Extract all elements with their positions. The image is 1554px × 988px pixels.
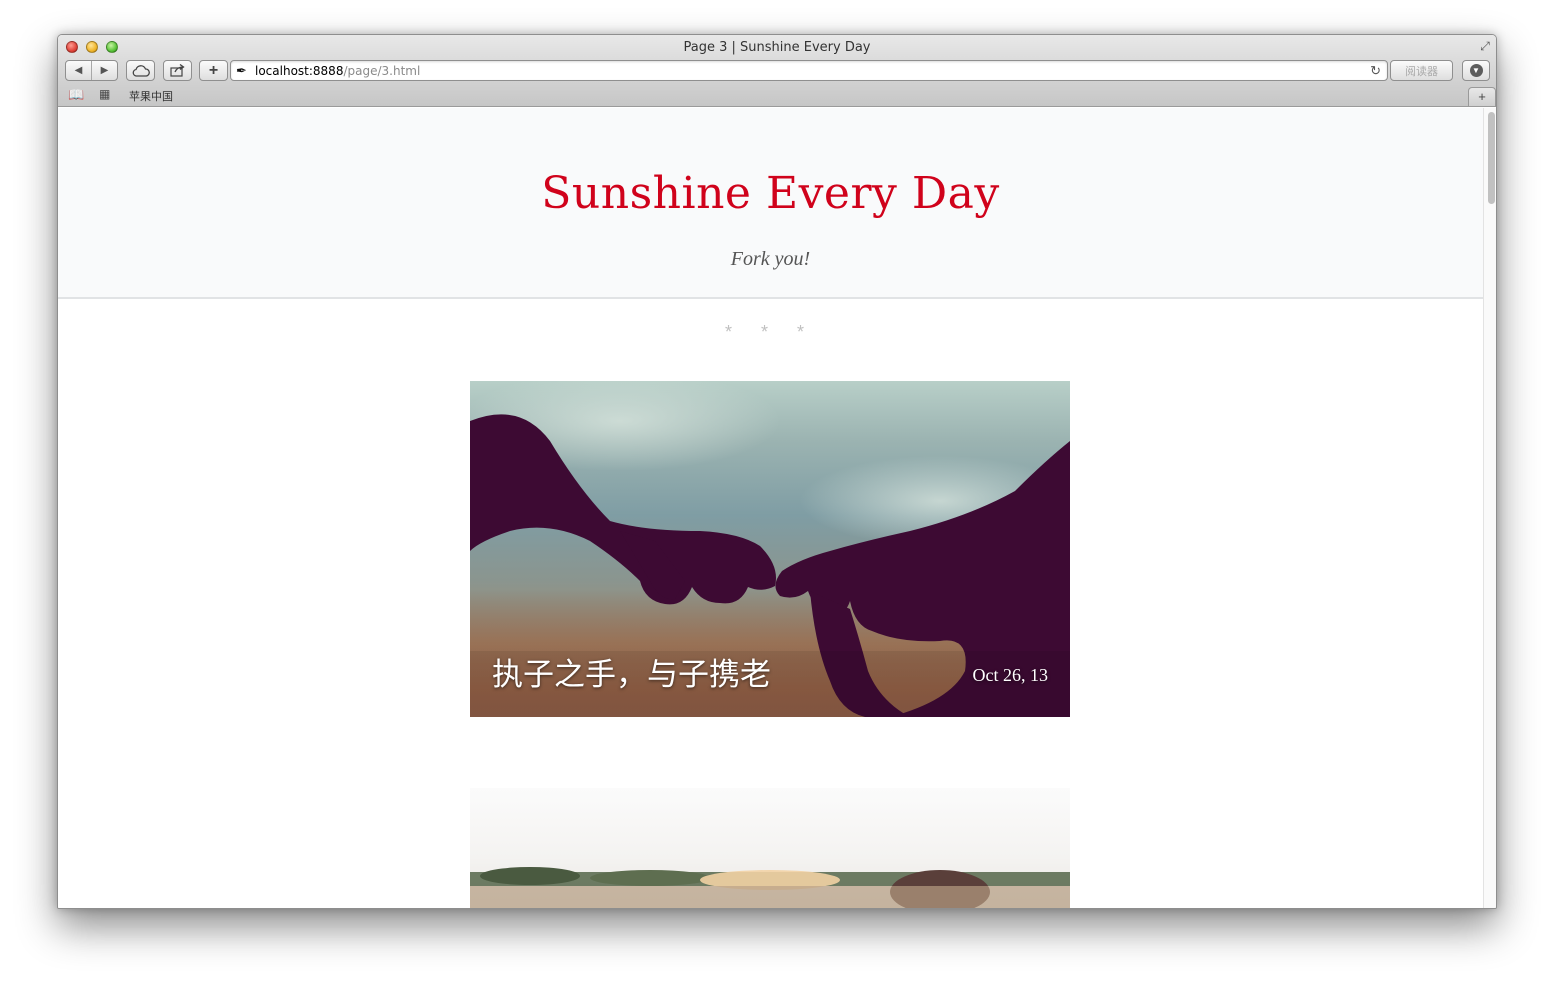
- address-bar[interactable]: ✒ localhost:8888/page/3.html ↻: [230, 60, 1388, 81]
- cloud-icon: [132, 64, 150, 77]
- new-tab-button[interactable]: +: [1468, 87, 1496, 106]
- post-card[interactable]: 执子之手，与子携老 Oct 26, 13: [470, 381, 1070, 717]
- url-text[interactable]: localhost:8888/page/3.html: [255, 64, 420, 78]
- post-card-2[interactable]: [470, 788, 1070, 908]
- back-forward-group: ◀ ▶: [65, 60, 118, 81]
- download-icon: ▼: [1469, 64, 1483, 77]
- url-host: localhost:8888: [255, 64, 344, 78]
- site-header: Sunshine Every Day Fork you!: [58, 108, 1483, 299]
- post-title[interactable]: 执子之手，与子携老: [492, 649, 771, 694]
- forward-icon[interactable]: ▶: [92, 65, 117, 76]
- url-path: /page/3.html: [343, 64, 421, 78]
- window-title: Page 3 | Sunshine Every Day: [683, 40, 871, 55]
- bookmarks-bar: 📖 ▦ 苹果中国 +: [58, 85, 1496, 106]
- toolbar: ◀ ▶ + ✒ localhost:8888/page/3.html ↻ 阅读器…: [58, 59, 1496, 83]
- top-sites-icon[interactable]: ▦: [99, 87, 110, 101]
- downloads-button[interactable]: ▼: [1462, 60, 1490, 81]
- post-date: Oct 26, 13: [972, 665, 1049, 685]
- reload-icon[interactable]: ↻: [1370, 63, 1381, 79]
- scroll-thumb[interactable]: [1488, 112, 1495, 204]
- vertical-scrollbar[interactable]: [1483, 108, 1496, 908]
- reader-button[interactable]: 阅读器: [1390, 60, 1453, 81]
- page-viewport: Sunshine Every Day Fork you! * * * 执子之手，…: [58, 108, 1483, 908]
- icloud-tabs-button[interactable]: [126, 60, 155, 81]
- post-image-2: [470, 867, 1070, 908]
- fullscreen-icon[interactable]: ⤢: [1478, 39, 1492, 53]
- add-bookmark-button[interactable]: +: [199, 60, 228, 81]
- feather-icon: ✒: [236, 63, 247, 78]
- reading-list-icon[interactable]: 📖: [68, 87, 84, 103]
- site-subtitle: Fork you!: [730, 248, 811, 270]
- browser-window: Page 3 | Sunshine Every Day ⤢ ◀ ▶ + ✒ lo…: [57, 34, 1497, 909]
- bookmark-apple-china[interactable]: 苹果中国: [129, 88, 173, 104]
- site-title[interactable]: Sunshine Every Day: [58, 168, 1483, 219]
- browser-chrome: Page 3 | Sunshine Every Day ⤢ ◀ ▶ + ✒ lo…: [58, 35, 1496, 107]
- share-icon: [169, 64, 185, 77]
- divider-stars: * * *: [724, 322, 817, 342]
- back-icon[interactable]: ◀: [66, 65, 91, 76]
- share-button[interactable]: [163, 60, 192, 81]
